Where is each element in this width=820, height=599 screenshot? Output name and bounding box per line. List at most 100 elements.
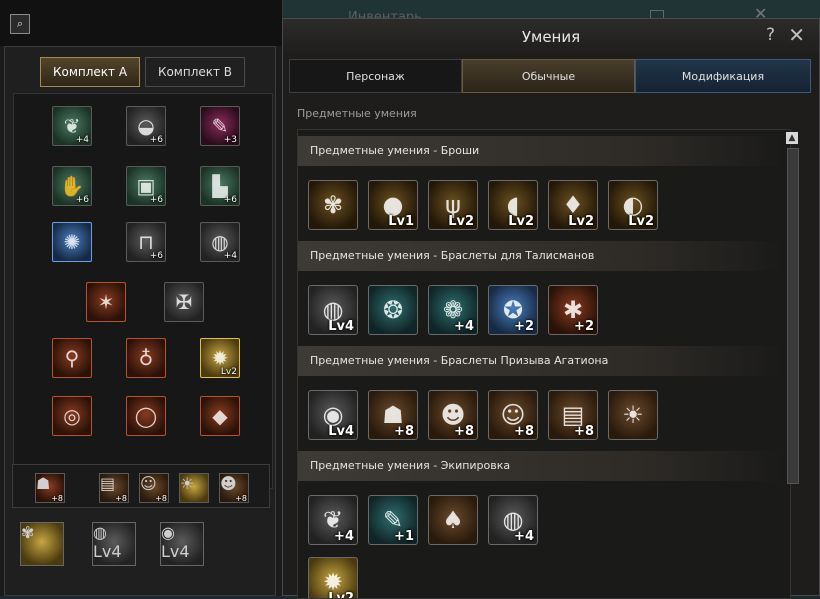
skill-slot[interactable]: ☗ +8 [368,390,418,440]
equipment-slot[interactable]: ▙ +6 [200,166,240,206]
item-level: +6 [75,195,89,205]
skill-slot[interactable]: ☻ +8 [428,390,478,440]
staff-icon: ✶ [97,290,115,314]
skill-slot[interactable]: ▤ +8 [548,390,598,440]
item-level: Lv2 [568,214,594,229]
equipment-slot[interactable]: ✎ +3 [200,106,240,146]
tab-set-a[interactable]: Комплект A [40,57,140,87]
equipped-accessory-slot[interactable]: ◍ Lv4 [92,522,136,566]
category-header: Предметные умения - Броши [298,136,786,166]
skill-slot[interactable]: ❁ +4 [428,285,478,335]
skill-slot[interactable]: ◍ +4 [488,495,538,545]
item-level: +8 [51,494,63,503]
skill-slot[interactable]: ✾ [308,180,358,230]
demon-icon: ☗ [36,474,51,493]
item-level: +8 [115,494,127,503]
agathion-slot[interactable]: ☗ +8 [35,473,65,503]
equipment-slot[interactable]: ✋ +6 [52,166,92,206]
category-header: Предметные умения - Браслеты Призыва Ага… [298,346,786,376]
equipment-slot[interactable]: ✹ Lv2 [200,338,240,378]
category-title: Предметные умения - Броши [310,144,480,157]
item-level: +4 [75,135,89,145]
category-title: Предметные умения - Экипировка [310,459,511,472]
emblem-icon: ✠ [175,290,193,314]
equipment-slot[interactable]: ✺ [52,222,92,262]
item-level: Lv4 [328,424,354,439]
equipment-slot[interactable]: ◯ [126,396,166,436]
item-level: +8 [235,494,247,503]
item-level: +3 [223,135,237,145]
scroll-up-icon[interactable]: ▲ [786,132,798,144]
search-icon[interactable]: ⌕ [10,14,30,34]
item-level: +6 [223,195,237,205]
skill-slot[interactable]: ❦ +4 [308,495,358,545]
help-icon[interactable]: ? [766,25,775,45]
agathion-slot[interactable]: ☀ [179,473,209,503]
scrollbar[interactable]: ▲ [786,132,799,484]
skill-slot[interactable]: ❂ [368,285,418,335]
rune-teal-icon: ❂ [382,296,404,324]
skill-slot[interactable]: ☺ +8 [488,390,538,440]
skill-slot[interactable]: ♠ [428,495,478,545]
agathion-bracelet-icon: ◉ [161,523,175,542]
equipped-accessory-slot[interactable]: ✾ [20,522,64,566]
inventory-panel: Комплект A Комплект B ❦ +4 ◒ +6 ✎ +3 ✋ +6 ▣ +6 ▙ +6… [4,46,276,596]
agathion-slot[interactable]: ▤ +8 [99,473,129,503]
skill-slot[interactable]: ◖ Lv2 [488,180,538,230]
skills-title: Умения [521,28,581,46]
skills-list: Предметные умения - Броши ✾ ● Lv1 ψ Lv2 ◖ Lv2 ♦ L… [297,129,791,599]
brooch-icon: ✾ [21,523,35,542]
close-icon[interactable]: ✕ [788,23,805,47]
item-level: +4 [514,529,534,544]
equipment-slot[interactable]: ◎ [52,396,92,436]
tab-character[interactable]: Персонаж [289,59,462,93]
item-level: +8 [155,494,167,503]
talisman-bracelet-icon: ◍ [93,523,107,542]
tab-set-b[interactable]: Комплект B [145,57,245,87]
skill-slot[interactable]: ψ Lv2 [428,180,478,230]
equipment-slot[interactable]: ⚲ [52,338,92,378]
scroll-thumb[interactable] [787,148,799,484]
skill-slot[interactable]: ♦ Lv2 [548,180,598,230]
skill-slot[interactable]: ◉ Lv4 [308,390,358,440]
item-level: Lv2 [328,591,354,599]
skill-slot[interactable]: ✱ +2 [548,285,598,335]
equipment-slot[interactable]: ◆ [200,396,240,436]
item-level: Lv2 [628,214,654,229]
category-header: Предметные умения - Браслеты для Талисма… [298,241,786,271]
equipment-slot[interactable]: ✠ [164,282,204,322]
category-title: Предметные умения - Браслеты для Талисма… [310,249,595,262]
equipment-slot[interactable]: ♁ [126,338,166,378]
pendant-icon: ♁ [138,346,154,370]
equipped-accessory-slot[interactable]: ◉ Lv4 [160,522,204,566]
inventory-window: ⌕ Комплект A Комплект B ❦ +4 ◒ +6 ✎ +3 ✋ +6 ▣ +6 ▙… [0,0,283,596]
angel-icon: ☺ [140,474,157,493]
skill-slot[interactable]: ☀ [608,390,658,440]
skill-slot[interactable]: ◍ Lv4 [308,285,358,335]
skill-slot[interactable]: ● Lv1 [368,180,418,230]
skill-slot[interactable]: ◐ Lv2 [608,180,658,230]
tab-common[interactable]: Обычные [462,59,635,93]
tab-modification[interactable]: Модификация [635,59,811,93]
item-level: +4 [334,529,354,544]
item-level: +8 [514,424,534,439]
sun-icon: ☀ [622,401,644,429]
item-level: Lv2 [220,367,237,377]
equipment-slot[interactable]: ⊓ +6 [126,222,166,262]
item-level: Lv1 [388,214,414,229]
agathion-slot[interactable]: ☺ +8 [139,473,169,503]
equipment-slot[interactable]: ▣ +6 [126,166,166,206]
skill-slot[interactable]: ✪ +2 [488,285,538,335]
skill-slot[interactable]: ✹ Lv2 [308,557,358,599]
item-level: +2 [514,319,534,334]
equipment-slot[interactable]: ◒ +6 [126,106,166,146]
skill-slot[interactable]: ✎ +1 [368,495,418,545]
equipment-slot[interactable]: ✶ [86,282,126,322]
brooch-icon: ✾ [322,191,344,219]
skills-tabs: Персонаж Обычные Модификация [289,59,811,93]
equipment-slot[interactable]: ❦ +4 [52,106,92,146]
equipment-slot[interactable]: ◍ +4 [200,222,240,262]
item-level: +2 [574,319,594,334]
agathion-slot[interactable]: ☻ +8 [219,473,249,503]
item-level: +8 [574,424,594,439]
